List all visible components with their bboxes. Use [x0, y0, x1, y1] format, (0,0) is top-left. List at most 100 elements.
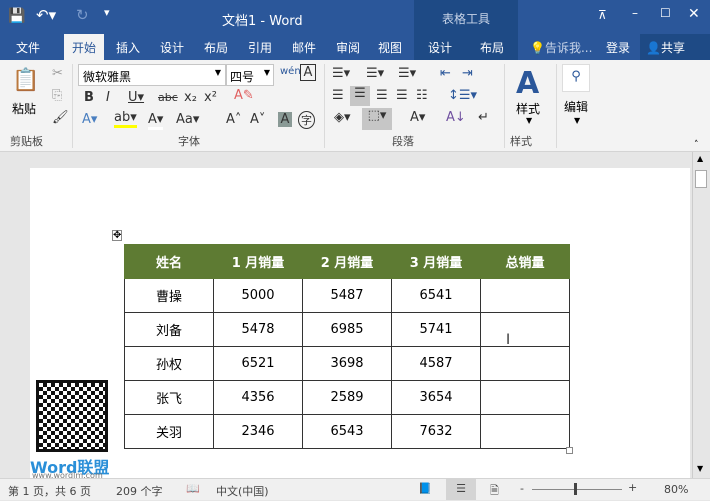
- table-cell[interactable]: 3698: [302, 346, 392, 381]
- table-cell[interactable]: 刘备: [124, 312, 214, 347]
- show-marks-icon[interactable]: ↵: [478, 110, 489, 125]
- table-cell[interactable]: 张飞: [124, 380, 214, 415]
- distributed-icon[interactable]: ☷: [416, 88, 428, 103]
- table-cell[interactable]: 2346: [213, 414, 303, 449]
- table-move-handle-icon[interactable]: ✥: [112, 230, 123, 241]
- table-cell[interactable]: 7632: [391, 414, 481, 449]
- table-cell[interactable]: 6541: [391, 278, 481, 313]
- table-cell[interactable]: 3654: [391, 380, 481, 415]
- text-effects-icon[interactable]: A▾: [82, 112, 97, 127]
- tell-me-input[interactable]: 💡告诉我...: [530, 39, 592, 56]
- phonetic-guide-icon[interactable]: wén: [280, 66, 301, 77]
- grow-font-icon[interactable]: A˄: [226, 112, 241, 127]
- tab-file[interactable]: 文件: [16, 39, 40, 56]
- table-cell[interactable]: [480, 346, 570, 381]
- scroll-down-icon[interactable]: ▼: [697, 464, 703, 473]
- print-layout-icon[interactable]: ☰: [446, 479, 476, 500]
- redo-icon[interactable]: ↻: [76, 6, 89, 24]
- table-cell[interactable]: 5741: [391, 312, 481, 347]
- page-count[interactable]: 第 1 页，共 6 页: [8, 483, 91, 499]
- paste-button[interactable]: 粘贴: [12, 100, 36, 117]
- scroll-thumb[interactable]: [695, 170, 707, 188]
- italic-icon[interactable]: I: [106, 90, 110, 105]
- customize-qat-icon[interactable]: ▾: [104, 6, 110, 19]
- collapse-ribbon-icon[interactable]: ˄: [694, 140, 699, 150]
- minimize-icon[interactable]: –: [632, 6, 638, 20]
- ribbon-display-icon[interactable]: ⊼: [598, 8, 607, 22]
- character-shading-icon[interactable]: A: [278, 112, 292, 127]
- sort-icon[interactable]: A↓: [446, 110, 466, 125]
- close-icon[interactable]: ✕: [688, 6, 700, 22]
- shading-icon[interactable]: ◈▾: [334, 110, 351, 125]
- asian-layout-icon[interactable]: A▾: [410, 110, 425, 125]
- increase-indent-icon[interactable]: ⇥: [462, 66, 473, 81]
- table-cell[interactable]: 4356: [213, 380, 303, 415]
- search-icon[interactable]: ⚲: [562, 64, 590, 92]
- share-button[interactable]: 👤共享: [640, 34, 710, 60]
- proofing-icon[interactable]: 📖: [186, 482, 200, 495]
- word-count[interactable]: 209 个字: [116, 483, 163, 499]
- zoom-slider[interactable]: [532, 489, 622, 490]
- font-name-select[interactable]: 微软雅黑 ▼: [78, 64, 226, 86]
- align-left-icon[interactable]: ☰: [332, 88, 344, 103]
- multilevel-list-icon[interactable]: ☰▾: [398, 66, 416, 81]
- zoom-out-icon[interactable]: -: [520, 482, 524, 495]
- table-cell[interactable]: 6985: [302, 312, 392, 347]
- change-case-icon[interactable]: Aa▾: [176, 112, 199, 127]
- tab-insert[interactable]: 插入: [116, 39, 140, 56]
- table-cell[interactable]: 关羽: [124, 414, 214, 449]
- table-cell[interactable]: 6521: [213, 346, 303, 381]
- read-mode-icon[interactable]: 📘: [418, 482, 432, 495]
- zoom-in-icon[interactable]: +: [628, 481, 637, 494]
- table-cell[interactable]: [480, 278, 570, 313]
- header-cell[interactable]: 1 月销量: [213, 244, 303, 279]
- editing-dropdown-icon[interactable]: ▼: [574, 116, 580, 125]
- tab-references[interactable]: 引用: [248, 39, 272, 56]
- table-cell[interactable]: [480, 414, 570, 449]
- maximize-icon[interactable]: ☐: [660, 6, 671, 20]
- vertical-scrollbar[interactable]: ▲ ▼: [692, 152, 710, 478]
- header-cell[interactable]: 2 月销量: [302, 244, 392, 279]
- superscript-icon[interactable]: x²: [204, 90, 217, 105]
- undo-icon[interactable]: ↶▾: [36, 6, 56, 24]
- styles-button[interactable]: 样式: [516, 100, 540, 117]
- clear-formatting-icon[interactable]: A✎: [234, 88, 254, 103]
- table-cell[interactable]: 5487: [302, 278, 392, 313]
- styles-dropdown-icon[interactable]: ▼: [526, 116, 532, 125]
- table-cell[interactable]: 曹操: [124, 278, 214, 313]
- shrink-font-icon[interactable]: A˅: [250, 112, 265, 127]
- tab-design[interactable]: 设计: [160, 39, 184, 56]
- strikethrough-icon[interactable]: abc: [158, 91, 178, 104]
- bullets-icon[interactable]: ☰▾: [332, 66, 350, 81]
- sales-table[interactable]: 姓名 1 月销量 2 月销量 3 月销量 总销量 曹操 5000 5487 6541 …: [124, 244, 570, 449]
- table-cell[interactable]: 6543: [302, 414, 392, 449]
- cut-icon[interactable]: ✂: [52, 66, 63, 81]
- tab-table-design[interactable]: 设计: [428, 39, 452, 56]
- enclose-characters-icon[interactable]: 字: [298, 111, 315, 129]
- header-cell[interactable]: 总销量: [480, 244, 570, 279]
- tab-layout[interactable]: 布局: [204, 39, 228, 56]
- tab-view[interactable]: 视图: [378, 39, 402, 56]
- font-color-icon[interactable]: A▾: [148, 112, 164, 130]
- subscript-icon[interactable]: x₂: [184, 90, 197, 105]
- editing-button[interactable]: 编辑: [564, 98, 588, 115]
- web-layout-icon[interactable]: 🗎: [490, 482, 499, 501]
- highlight-icon[interactable]: ab▾: [114, 110, 137, 128]
- decrease-indent-icon[interactable]: ⇤: [440, 66, 451, 81]
- table-cell[interactable]: [480, 380, 570, 415]
- tab-mailings[interactable]: 邮件: [292, 39, 316, 56]
- table-cell[interactable]: 2589: [302, 380, 392, 415]
- header-cell[interactable]: 3 月销量: [391, 244, 481, 279]
- numbering-icon[interactable]: ☰▾: [366, 66, 384, 81]
- tab-review[interactable]: 审阅: [336, 39, 360, 56]
- align-right-icon[interactable]: ☰: [376, 88, 388, 103]
- table-cell[interactable]: [480, 312, 570, 347]
- table-resize-handle[interactable]: [566, 447, 573, 454]
- line-spacing-icon[interactable]: ↕☰▾: [448, 88, 477, 103]
- copy-icon[interactable]: ⎘: [52, 88, 62, 103]
- underline-icon[interactable]: U▾: [128, 90, 144, 105]
- scroll-up-icon[interactable]: ▲: [697, 154, 703, 163]
- sign-in-link[interactable]: 登录: [606, 39, 630, 56]
- table-cell[interactable]: 4587: [391, 346, 481, 381]
- tab-home[interactable]: 开始: [64, 34, 105, 60]
